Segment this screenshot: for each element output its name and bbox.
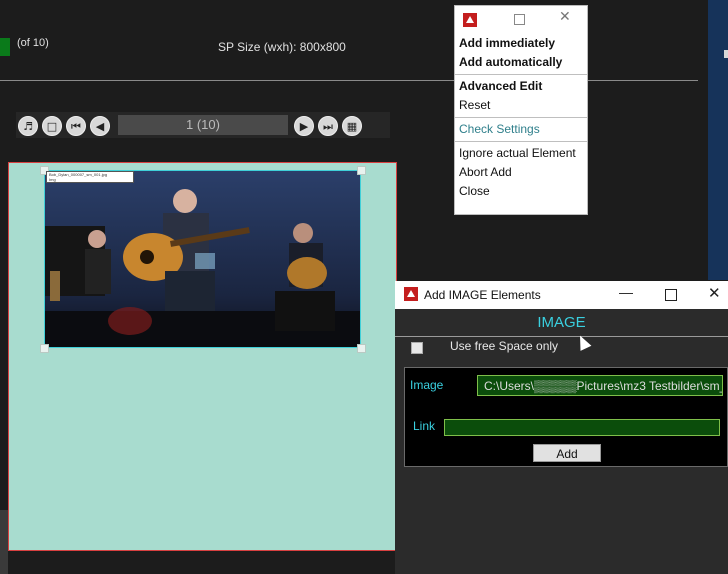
app-logo-icon [404,287,418,301]
image-element[interactable] [44,170,361,348]
image-path-input[interactable]: C:\Users\▒▒▒▒▒Pictures\mz3 Testbilder\sm… [477,375,723,396]
link-input[interactable] [444,419,720,436]
canvas-shadow [0,510,8,574]
maximize-icon[interactable] [665,289,677,301]
background-window [708,0,728,280]
prev-page-icon[interactable]: ◀ [90,116,110,136]
resize-handle-bottom-right[interactable] [357,344,366,353]
last-page-icon[interactable]: ⏭ [318,116,338,136]
menu-item-advanced-edit[interactable]: Advanced Edit [455,77,587,96]
status-indicator [0,38,10,56]
menu-item-ignore-element[interactable]: Ignore actual Element [455,144,587,163]
context-menu-titlebar: ✕ [455,6,587,34]
speaker-icon[interactable]: ♬ [18,116,38,136]
image-field-label: Image [410,378,444,392]
concert-photo [45,171,360,347]
page-indicator: 1 (10) [118,115,288,135]
menu-item-close[interactable]: Close [455,182,587,201]
close-icon[interactable]: ✕ [559,9,571,25]
dialog-titlebar[interactable]: Add IMAGE Elements — ✕ [395,281,728,309]
use-free-space-label: Use free Space only [450,339,559,353]
resize-handle-top-right[interactable] [357,166,366,175]
image-filename-label: Bob_Dylan_000007_sm_001.jpg Img [46,171,134,183]
window-icon[interactable]: □ [42,116,62,136]
element-count: (of 10) [17,37,49,49]
grid-icon[interactable]: ▦ [342,116,362,136]
menu-item-check-settings[interactable]: Check Settings [455,120,587,139]
next-page-icon[interactable]: ▶ [294,116,314,136]
menu-item-add-immediately[interactable]: Add immediately [455,34,587,53]
divider [395,336,728,337]
dialog-heading: IMAGE [537,314,586,331]
link-field-label: Link [413,419,436,433]
app-logo-icon [463,13,477,27]
maximize-icon[interactable] [514,14,525,25]
divider [0,80,698,81]
menu-item-abort-add[interactable]: Abort Add [455,163,587,182]
menu-item-reset[interactable]: Reset [455,96,587,115]
background-window-marker [724,50,728,58]
minimize-icon[interactable]: — [619,284,633,300]
use-free-space-checkbox[interactable] [411,342,423,354]
menu-separator [455,117,587,118]
dialog-title: Add IMAGE Elements [424,288,541,302]
menu-item-add-automatically[interactable]: Add automatically [455,53,587,72]
menu-separator [455,74,587,75]
context-menu: ✕ Add immediately Add automatically Adva… [454,5,588,215]
first-page-icon[interactable]: ⏮ [66,116,86,136]
menu-separator [455,141,587,142]
resize-handle-bottom-left[interactable] [40,344,49,353]
close-icon[interactable]: ✕ [708,284,721,302]
add-button[interactable]: Add [533,444,601,462]
add-image-dialog: Add IMAGE Elements — ✕ IMAGE Use free Sp… [395,281,728,574]
sp-size-label: SP Size (wxh): 800x800 [218,40,346,54]
